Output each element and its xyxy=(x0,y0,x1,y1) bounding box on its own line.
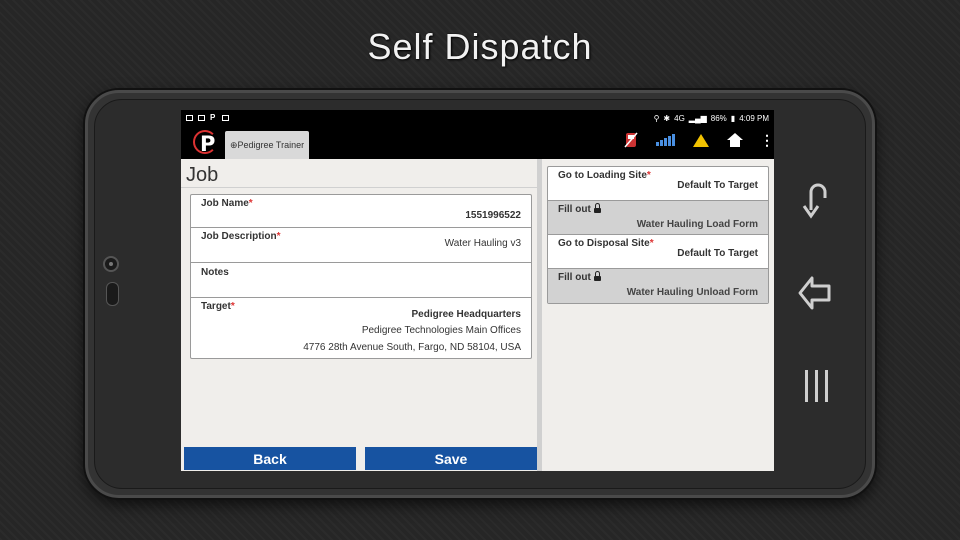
target-address: 4776 28th Avenue South, Fargo, ND 58104,… xyxy=(303,342,521,353)
clock: 4:09 PM xyxy=(739,113,769,123)
home-arrow-hw-icon[interactable] xyxy=(798,274,832,312)
target-label: Target* xyxy=(201,301,235,312)
loading-site-row[interactable]: Go to Loading Site* Default To Target xyxy=(548,167,768,201)
tasks-card: Go to Loading Site* Default To Target Fi… xyxy=(547,166,769,304)
location-icon: ⚲ xyxy=(653,113,660,123)
logo-letter: P xyxy=(200,132,216,156)
lock-icon xyxy=(593,203,601,213)
tab-pedigree-trainer[interactable]: ⊕Pedigree Trainer xyxy=(225,131,310,159)
recent-apps-hw-icon[interactable] xyxy=(803,368,831,404)
screenshot-notification-icon xyxy=(222,115,229,121)
unload-form-name: Water Hauling Unload Form xyxy=(626,287,758,298)
job-name-value: 1551996522 xyxy=(465,210,521,221)
notes-label: Notes xyxy=(201,267,229,278)
overflow-menu-icon[interactable]: ⋮ xyxy=(760,133,774,147)
load-form-label: Fill out xyxy=(558,203,601,215)
target-name: Pedigree Headquarters xyxy=(411,309,522,320)
home-icon[interactable] xyxy=(727,133,743,147)
signal-icon: ▂▄▆ xyxy=(688,113,707,123)
warning-icon[interactable] xyxy=(693,133,709,147)
target-field[interactable]: Target* Pedigree Headquarters Pedigree T… xyxy=(191,298,531,358)
slide-title: Self Dispatch xyxy=(367,26,593,67)
target-organization: Pedigree Technologies Main Offices xyxy=(361,325,521,336)
job-pane: Job Job Name* 1551996522 Job Description… xyxy=(181,159,537,471)
disposal-site-row[interactable]: Go to Disposal Site* Default To Target xyxy=(548,235,768,269)
pedigree-logo[interactable]: P xyxy=(193,130,219,156)
proximity-sensor xyxy=(106,282,119,306)
battery-level: 86% xyxy=(710,113,727,123)
tasks-pane: Go to Loading Site* Default To Target Fi… xyxy=(542,159,774,471)
back-arrow-hw-icon[interactable] xyxy=(800,180,830,220)
save-button[interactable]: Save xyxy=(365,447,537,470)
signal-strength-icon[interactable] xyxy=(656,134,675,146)
job-description-value: Water Hauling v3 xyxy=(444,238,521,249)
network-type: 4G xyxy=(674,113,685,123)
lock-icon xyxy=(593,271,601,281)
load-form-row[interactable]: Fill out Water Hauling Load Form xyxy=(548,201,768,235)
job-heading: Job xyxy=(181,159,537,188)
image-notification-icon xyxy=(186,115,193,121)
front-camera xyxy=(103,256,119,272)
app-bar-actions: ⋮ xyxy=(624,132,774,148)
disposal-site-label: Go to Disposal Site* xyxy=(558,238,654,249)
pedigree-notification-icon: P xyxy=(210,113,216,122)
back-button[interactable]: Back xyxy=(184,447,356,470)
notes-field[interactable]: Notes xyxy=(191,263,531,298)
job-name-label: Job Name* xyxy=(201,198,253,209)
load-form-name: Water Hauling Load Form xyxy=(636,219,758,230)
job-description-label: Job Description* xyxy=(201,231,281,242)
loading-site-value: Default To Target xyxy=(677,180,758,191)
battery-icon: ▮ xyxy=(730,113,736,123)
bluetooth-icon: ✱ xyxy=(663,113,671,123)
message-notification-icon xyxy=(198,115,205,121)
loading-site-label: Go to Loading Site* xyxy=(558,170,651,181)
app-bar: P ⊕Pedigree Trainer ⋮ xyxy=(181,126,774,159)
unload-form-row[interactable]: Fill out Water Hauling Unload Form xyxy=(548,269,768,303)
unload-form-label: Fill out xyxy=(558,271,601,283)
job-card: Job Name* 1551996522 Job Description* Wa… xyxy=(190,194,532,359)
job-name-field[interactable]: Job Name* 1551996522 xyxy=(191,195,531,228)
status-bar: P ⚲ ✱ 4G ▂▄▆ 86% ▮ 4:09 PM xyxy=(181,110,774,126)
disposal-site-value: Default To Target xyxy=(677,248,758,259)
job-description-field[interactable]: Job Description* Water Hauling v3 xyxy=(191,228,531,263)
device-screen: P ⚲ ✱ 4G ▂▄▆ 86% ▮ 4:09 PM P ⊕Pedigree T… xyxy=(181,110,774,471)
vehicle-alert-icon[interactable] xyxy=(624,132,638,148)
